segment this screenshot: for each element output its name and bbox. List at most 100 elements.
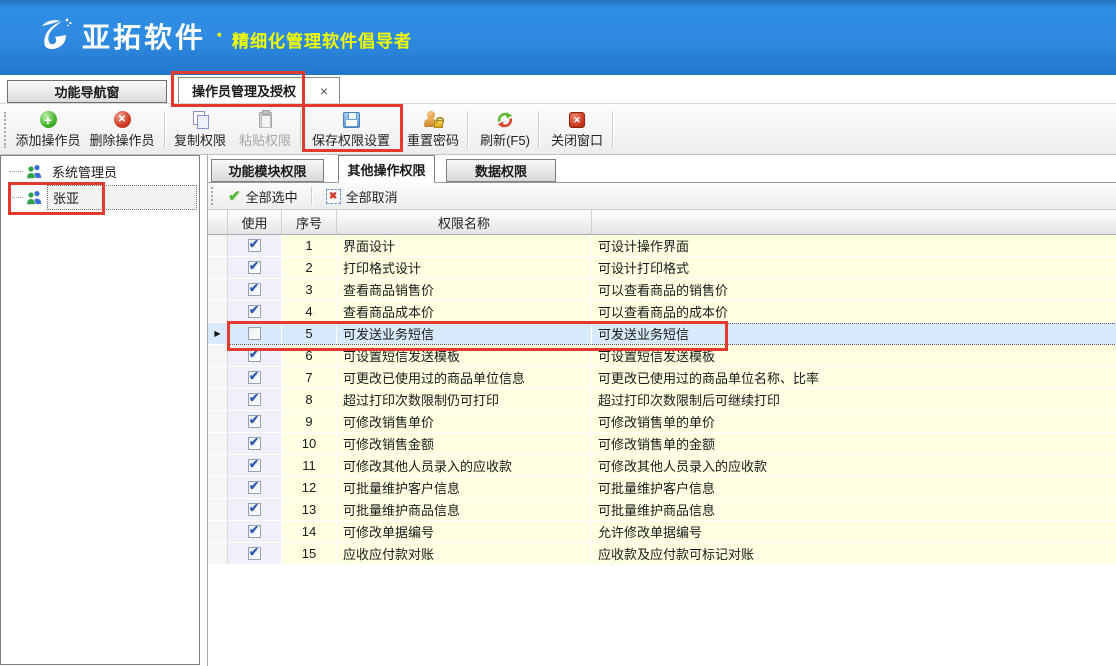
copy-icon — [192, 111, 209, 128]
row-checkbox[interactable] — [248, 393, 261, 406]
row-use-cell — [228, 345, 282, 367]
row-indicator: ▶ — [208, 323, 228, 345]
row-checkbox[interactable] — [248, 547, 261, 560]
toolbar-separator — [300, 111, 302, 149]
header-indicator — [208, 210, 228, 235]
delete-operator-button[interactable]: ✕ 删除操作员 — [82, 109, 162, 151]
header-name[interactable]: 权限名称 — [337, 210, 592, 235]
row-use-cell — [228, 411, 282, 433]
row-name-cell: 可修改单据编号 — [337, 521, 592, 543]
row-name-cell: 打印格式设计 — [337, 257, 592, 279]
table-row[interactable]: 9 可修改销售单价 可修改销售单的单价 — [208, 411, 1116, 433]
row-index-cell: 14 — [282, 521, 337, 543]
save-permissions-button[interactable]: 保存权限设置 — [306, 109, 396, 151]
row-description-cell: 可设计操作界面 — [592, 235, 1116, 257]
cancel-all-button[interactable]: ✖ 全部取消 — [320, 185, 404, 208]
table-row[interactable]: 1 界面设计 可设计操作界面 — [208, 235, 1116, 257]
row-index-cell: 6 — [282, 345, 337, 367]
row-checkbox[interactable] — [248, 239, 261, 252]
table-row[interactable]: 3 查看商品销售价 可以查看商品的销售价 — [208, 279, 1116, 301]
row-indicator — [208, 499, 228, 521]
row-checkbox[interactable] — [248, 371, 261, 384]
users-icon — [26, 164, 43, 179]
row-use-cell — [228, 279, 282, 301]
row-indicator — [208, 477, 228, 499]
row-checkbox[interactable] — [248, 327, 261, 340]
table-row[interactable]: 2 打印格式设计 可设计打印格式 — [208, 257, 1116, 279]
close-window-icon: ✕ — [569, 112, 585, 128]
row-index-cell: 11 — [282, 455, 337, 477]
row-indicator — [208, 433, 228, 455]
row-indicator — [208, 257, 228, 279]
add-operator-button[interactable]: + 添加操作员 — [8, 109, 88, 151]
table-row[interactable]: 8 超过打印次数限制仍可打印 超过打印次数限制后可继续打印 — [208, 389, 1116, 411]
brand-header: 亚拓软件 · 精细化管理软件倡导者 — [0, 0, 1116, 75]
row-description-cell: 可发送业务短信 — [592, 323, 1116, 345]
tab-close-icon[interactable]: × — [309, 83, 339, 99]
copy-permissions-button[interactable]: 复制权限 — [165, 109, 235, 151]
header-description[interactable] — [592, 210, 1116, 235]
cross-icon: ✖ — [326, 189, 341, 204]
header-use[interactable]: 使用 — [228, 210, 282, 235]
row-description-cell: 超过打印次数限制后可继续打印 — [592, 389, 1116, 411]
row-indicator — [208, 543, 228, 565]
row-description-cell: 允许修改单据编号 — [592, 521, 1116, 543]
row-description-cell: 可修改其他人员录入的应收款 — [592, 455, 1116, 477]
tree-item-zhangya[interactable]: 张亚 — [1, 186, 199, 208]
tab-data-permissions[interactable]: 数据权限 — [446, 159, 556, 182]
tab-function-navigator[interactable]: 功能导航窗 — [7, 80, 167, 103]
table-row[interactable]: ▶ 5 可发送业务短信 可发送业务短信 — [208, 323, 1116, 345]
row-description-cell: 可批量维护客户信息 — [592, 477, 1116, 499]
row-indicator — [208, 367, 228, 389]
row-description-cell: 可修改销售单的金额 — [592, 433, 1116, 455]
brand-logo-icon — [34, 16, 74, 56]
row-use-cell — [228, 433, 282, 455]
row-indicator — [208, 345, 228, 367]
table-row[interactable]: 10 可修改销售金额 可修改销售单的金额 — [208, 433, 1116, 455]
toolbar-grip[interactable] — [4, 112, 7, 148]
row-indicator — [208, 235, 228, 257]
table-row[interactable]: 13 可批量维护商品信息 可批量维护商品信息 — [208, 499, 1116, 521]
row-checkbox[interactable] — [248, 415, 261, 428]
row-checkbox[interactable] — [248, 481, 261, 494]
table-row[interactable]: 15 应收应付款对账 应收款及应付款可标记对账 — [208, 543, 1116, 565]
toolbar-grip[interactable] — [211, 187, 214, 205]
row-checkbox[interactable] — [248, 305, 261, 318]
delete-icon: ✕ — [114, 111, 131, 128]
row-use-cell — [228, 455, 282, 477]
tree-item-admin[interactable]: 系统管理员 — [1, 160, 199, 182]
close-window-button[interactable]: ✕ 关闭窗口 — [542, 109, 612, 151]
tab-other-permissions[interactable]: 其他操作权限 — [338, 155, 435, 183]
header-index[interactable]: 序号 — [282, 210, 337, 235]
row-checkbox[interactable] — [248, 525, 261, 538]
select-all-button[interactable]: ✔ 全部选中 — [222, 185, 304, 208]
row-index-cell: 2 — [282, 257, 337, 279]
row-use-cell — [228, 543, 282, 565]
table-row[interactable]: 11 可修改其他人员录入的应收款 可修改其他人员录入的应收款 — [208, 455, 1116, 477]
row-checkbox[interactable] — [248, 349, 261, 362]
save-icon — [343, 112, 360, 128]
row-checkbox[interactable] — [248, 503, 261, 516]
row-index-cell: 9 — [282, 411, 337, 433]
tab-module-permissions[interactable]: 功能模块权限 — [211, 159, 324, 182]
table-row[interactable]: 4 查看商品成本价 可以查看商品的成本价 — [208, 301, 1116, 323]
row-description-cell: 可以查看商品的成本价 — [592, 301, 1116, 323]
table-row[interactable]: 6 可设置短信发送模板 可设置短信发送模板 — [208, 345, 1116, 367]
table-row[interactable]: 14 可修改单据编号 允许修改单据编号 — [208, 521, 1116, 543]
row-checkbox[interactable] — [248, 459, 261, 472]
row-checkbox[interactable] — [248, 283, 261, 296]
reset-password-button[interactable]: 重置密码 — [398, 109, 468, 151]
tab-operator-management[interactable]: 操作员管理及授权 × — [178, 77, 340, 103]
paste-icon — [259, 112, 272, 128]
paste-permissions-button: 粘贴权限 — [230, 109, 300, 151]
row-checkbox[interactable] — [248, 261, 261, 274]
tree-item-label: 张亚 — [47, 185, 197, 210]
table-row[interactable]: 7 可更改已使用过的商品单位信息 可更改已使用过的商品单位名称、比率 — [208, 367, 1116, 389]
row-use-cell — [228, 301, 282, 323]
refresh-button[interactable]: 刷新(F5) — [470, 109, 540, 151]
toolbar-separator — [612, 111, 614, 149]
table-row[interactable]: 12 可批量维护客户信息 可批量维护客户信息 — [208, 477, 1116, 499]
row-name-cell: 超过打印次数限制仍可打印 — [337, 389, 592, 411]
row-checkbox[interactable] — [248, 437, 261, 450]
brand-separator: · — [216, 22, 224, 50]
